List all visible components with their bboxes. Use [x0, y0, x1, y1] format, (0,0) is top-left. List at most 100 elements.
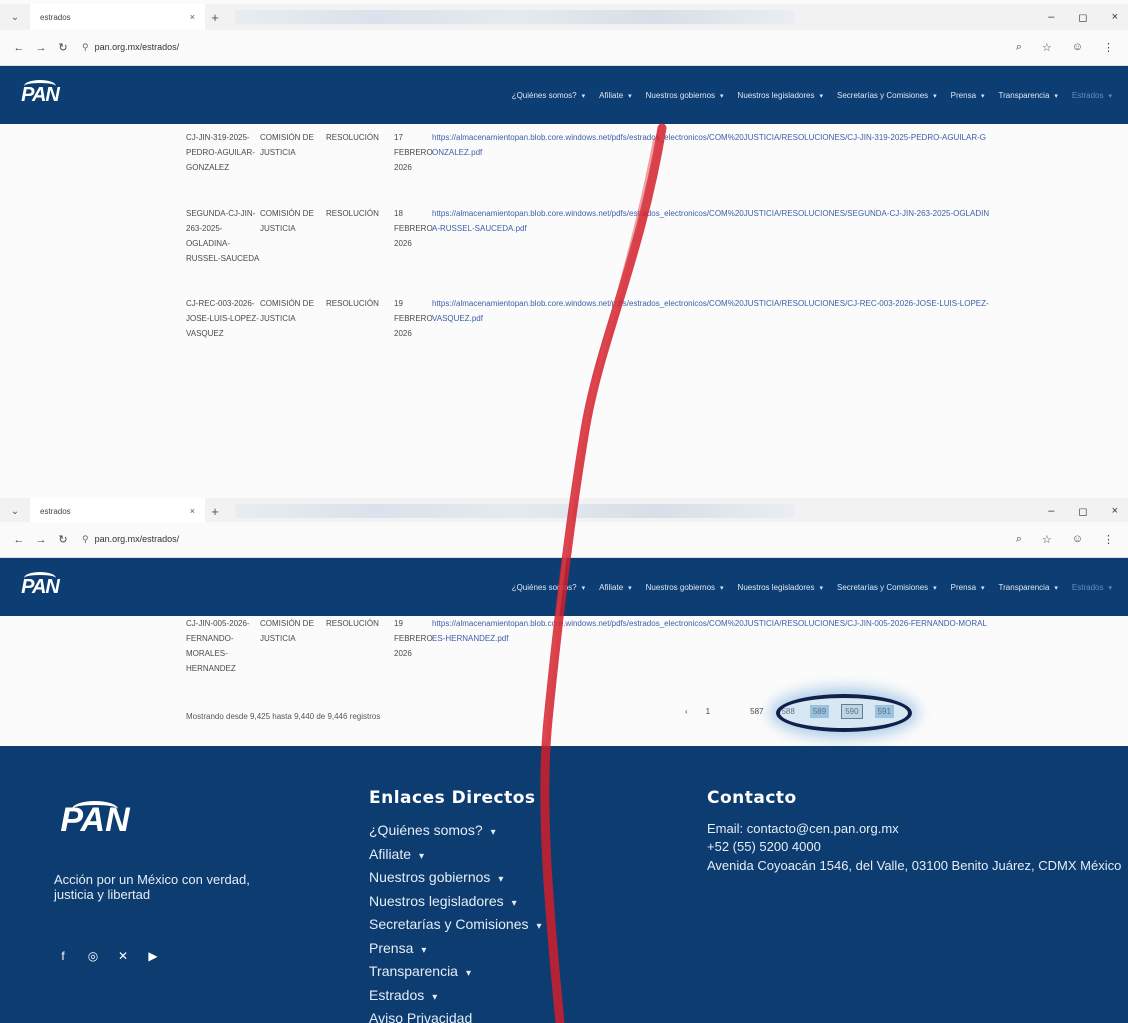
nav-nuestros-gobiernos[interactable]: Nuestros gobiernos ▾ — [646, 583, 724, 592]
footer-link-estrados[interactable]: Estrados ▾ — [369, 985, 542, 1009]
tab-title: estrados — [40, 506, 71, 516]
bookmark-star-icon[interactable]: ☆ — [1042, 533, 1052, 546]
profile-icon[interactable]: ☺ — [1072, 41, 1083, 54]
nav-transparencia[interactable]: Transparencia ▾ — [999, 583, 1058, 592]
facebook-icon[interactable]: f — [56, 949, 70, 963]
page-587-button[interactable]: 587 — [747, 705, 766, 718]
url-field[interactable]: ⚲ pan.org.mx/estrados/ — [82, 42, 179, 53]
fecha-cell: 18 FEBRERO 2026 — [394, 209, 433, 248]
contact-email[interactable]: Email: contacto@cen.pan.org.mx — [707, 820, 1121, 838]
profile-icon[interactable]: ☺ — [1072, 533, 1083, 546]
forward-icon[interactable]: → — [30, 42, 52, 54]
expediente-cell: CJ-REC-003-2026-JOSE-LUIS-LOPEZ-VASQUEZ — [186, 299, 259, 338]
nav-quienes-somos[interactable]: ¿Quiénes somos? ▾ — [512, 583, 585, 592]
footer-link-afiliate[interactable]: Afiliate ▾ — [369, 844, 542, 868]
browser-tabbar: ⌄ estrados × + – ◻ × — [0, 4, 1128, 30]
nav-nuestros-legisladores[interactable]: Nuestros legisladores ▾ — [738, 583, 823, 592]
back-icon[interactable]: ← — [8, 534, 30, 546]
new-tab-button[interactable]: + — [205, 10, 225, 25]
zoom-icon[interactable]: ⌕ — [1016, 41, 1022, 54]
browser-tab[interactable]: estrados × — [30, 498, 205, 524]
reload-icon[interactable]: ↻ — [52, 41, 74, 54]
reload-icon[interactable]: ↻ — [52, 533, 74, 546]
page-588-button[interactable]: 588 — [778, 705, 797, 718]
close-window-button[interactable]: × — [1112, 505, 1118, 518]
pan-logo[interactable]: PAN — [18, 572, 62, 602]
table-row: CJ-REC-003-2026-JOSE-LUIS-LOPEZ-VASQUEZ … — [186, 296, 992, 341]
zoom-icon[interactable]: ⌕ — [1016, 533, 1022, 546]
nav-afiliate[interactable]: Afiliate ▾ — [599, 583, 632, 592]
document-link[interactable]: https://almacenamientopan.blob.core.wind… — [432, 616, 992, 676]
chevron-down-icon: ▾ — [419, 850, 425, 862]
document-link[interactable]: https://almacenamientopan.blob.core.wind… — [432, 130, 992, 175]
footer-link-quienes-somos[interactable]: ¿Quiénes somos? ▾ — [369, 820, 542, 844]
footer-link-prensa[interactable]: Prensa ▾ — [369, 938, 542, 962]
youtube-icon[interactable]: ▶ — [146, 949, 160, 963]
browser-tab[interactable]: estrados × — [30, 4, 205, 30]
x-icon[interactable]: ✕ — [116, 949, 130, 963]
footer-links: ¿Quiénes somos? ▾ Afiliate ▾ Nuestros gobi… — [369, 820, 542, 1023]
footer-link-secretarias[interactable]: Secretarías y Comisiones ▾ — [369, 914, 542, 938]
new-tab-button[interactable]: + — [205, 504, 225, 519]
page-591-button[interactable]: 591 — [874, 705, 894, 718]
page-590-button[interactable]: 590 — [841, 704, 863, 719]
nav-nuestros-legisladores[interactable]: Nuestros legisladores ▾ — [738, 91, 823, 100]
nav-estrados[interactable]: Estrados ▾ — [1072, 91, 1112, 100]
document-link[interactable]: https://almacenamientopan.blob.core.wind… — [432, 206, 992, 266]
maximize-button[interactable]: ◻ — [1078, 11, 1087, 24]
next-page-button[interactable]: › — [906, 705, 915, 718]
minimize-button[interactable]: – — [1048, 505, 1054, 518]
minimize-button[interactable]: – — [1048, 11, 1054, 24]
nav-afiliate[interactable]: Afiliate ▾ — [599, 91, 632, 100]
prev-page-button[interactable]: ‹ — [682, 705, 691, 718]
tab-close-icon[interactable]: × — [190, 12, 195, 22]
chevron-down-icon: ▾ — [933, 92, 937, 100]
instagram-icon[interactable]: ◎ — [86, 949, 100, 963]
footer-link-transparencia[interactable]: Transparencia ▾ — [369, 961, 542, 985]
site-info-icon[interactable]: ⚲ — [82, 534, 89, 544]
url-field[interactable]: ⚲ pan.org.mx/estrados/ — [82, 534, 179, 545]
footer-pan-logo[interactable]: PAN — [60, 801, 130, 845]
fecha-cell: 17 FEBRERO 2026 — [394, 133, 433, 172]
kebab-menu-icon[interactable]: ⋮ — [1103, 533, 1114, 546]
maximize-button[interactable]: ◻ — [1078, 505, 1087, 518]
chevron-down-icon: ▾ — [819, 584, 823, 592]
document-link[interactable]: https://almacenamientopan.blob.core.wind… — [432, 296, 992, 341]
nav-quienes-somos[interactable]: ¿Quiénes somos? ▾ — [512, 91, 585, 100]
pan-logo[interactable]: PAN — [18, 80, 62, 110]
footer-tagline: Acción por un México con verdad, justici… — [54, 872, 250, 902]
tab-list-chevron-icon[interactable]: ⌄ — [0, 506, 30, 517]
page-589-button[interactable]: 589 — [809, 705, 830, 718]
nav-secretarias[interactable]: Secretarías y Comisiones ▾ — [837, 583, 937, 592]
nav-prensa[interactable]: Prensa ▾ — [951, 91, 985, 100]
tab-close-icon[interactable]: × — [190, 506, 195, 516]
forward-icon[interactable]: → — [30, 534, 52, 546]
contact-phone[interactable]: +52 (55) 5200 4000 — [707, 838, 1121, 856]
site-info-icon[interactable]: ⚲ — [82, 42, 89, 52]
footer-links-title: Enlaces Directos — [369, 788, 536, 808]
chevron-down-icon: ▾ — [628, 584, 632, 592]
close-window-button[interactable]: × — [1112, 11, 1118, 24]
pagination: ‹ 1 587 588 589 590 591 › — [682, 704, 915, 719]
back-icon[interactable]: ← — [8, 42, 30, 54]
kebab-menu-icon[interactable]: ⋮ — [1103, 41, 1114, 54]
bookmark-star-icon[interactable]: ☆ — [1042, 41, 1052, 54]
site-header: PAN ¿Quiénes somos? ▾ Afiliate ▾ Nuestros … — [0, 558, 1128, 616]
chevron-down-icon: ▾ — [511, 897, 517, 909]
nav-nuestros-gobiernos[interactable]: Nuestros gobiernos ▾ — [646, 91, 724, 100]
nav-secretarias[interactable]: Secretarías y Comisiones ▾ — [837, 91, 937, 100]
nav-transparencia[interactable]: Transparencia ▾ — [999, 91, 1058, 100]
footer-link-legisladores[interactable]: Nuestros legisladores ▾ — [369, 891, 542, 915]
fecha-cell: 19 FEBRERO 2026 — [394, 619, 433, 658]
footer-link-aviso-privacidad[interactable]: Aviso Privacidad — [369, 1008, 542, 1023]
nav-prensa[interactable]: Prensa ▾ — [951, 583, 985, 592]
footer-link-gobiernos[interactable]: Nuestros gobiernos ▾ — [369, 867, 542, 891]
tab-list-chevron-icon[interactable]: ⌄ — [0, 12, 30, 23]
chevron-down-icon: ▾ — [536, 921, 542, 932]
blurred-tabs — [235, 504, 795, 518]
chevron-down-icon: ▾ — [421, 944, 427, 956]
nav-estrados[interactable]: Estrados ▾ — [1072, 583, 1112, 592]
tipo-cell: RESOLUCIÓN — [326, 619, 379, 628]
page-1-button[interactable]: 1 — [703, 705, 713, 718]
site-header: PAN ¿Quiénes somos? ▾ Afiliate ▾ Nuestros … — [0, 66, 1128, 124]
